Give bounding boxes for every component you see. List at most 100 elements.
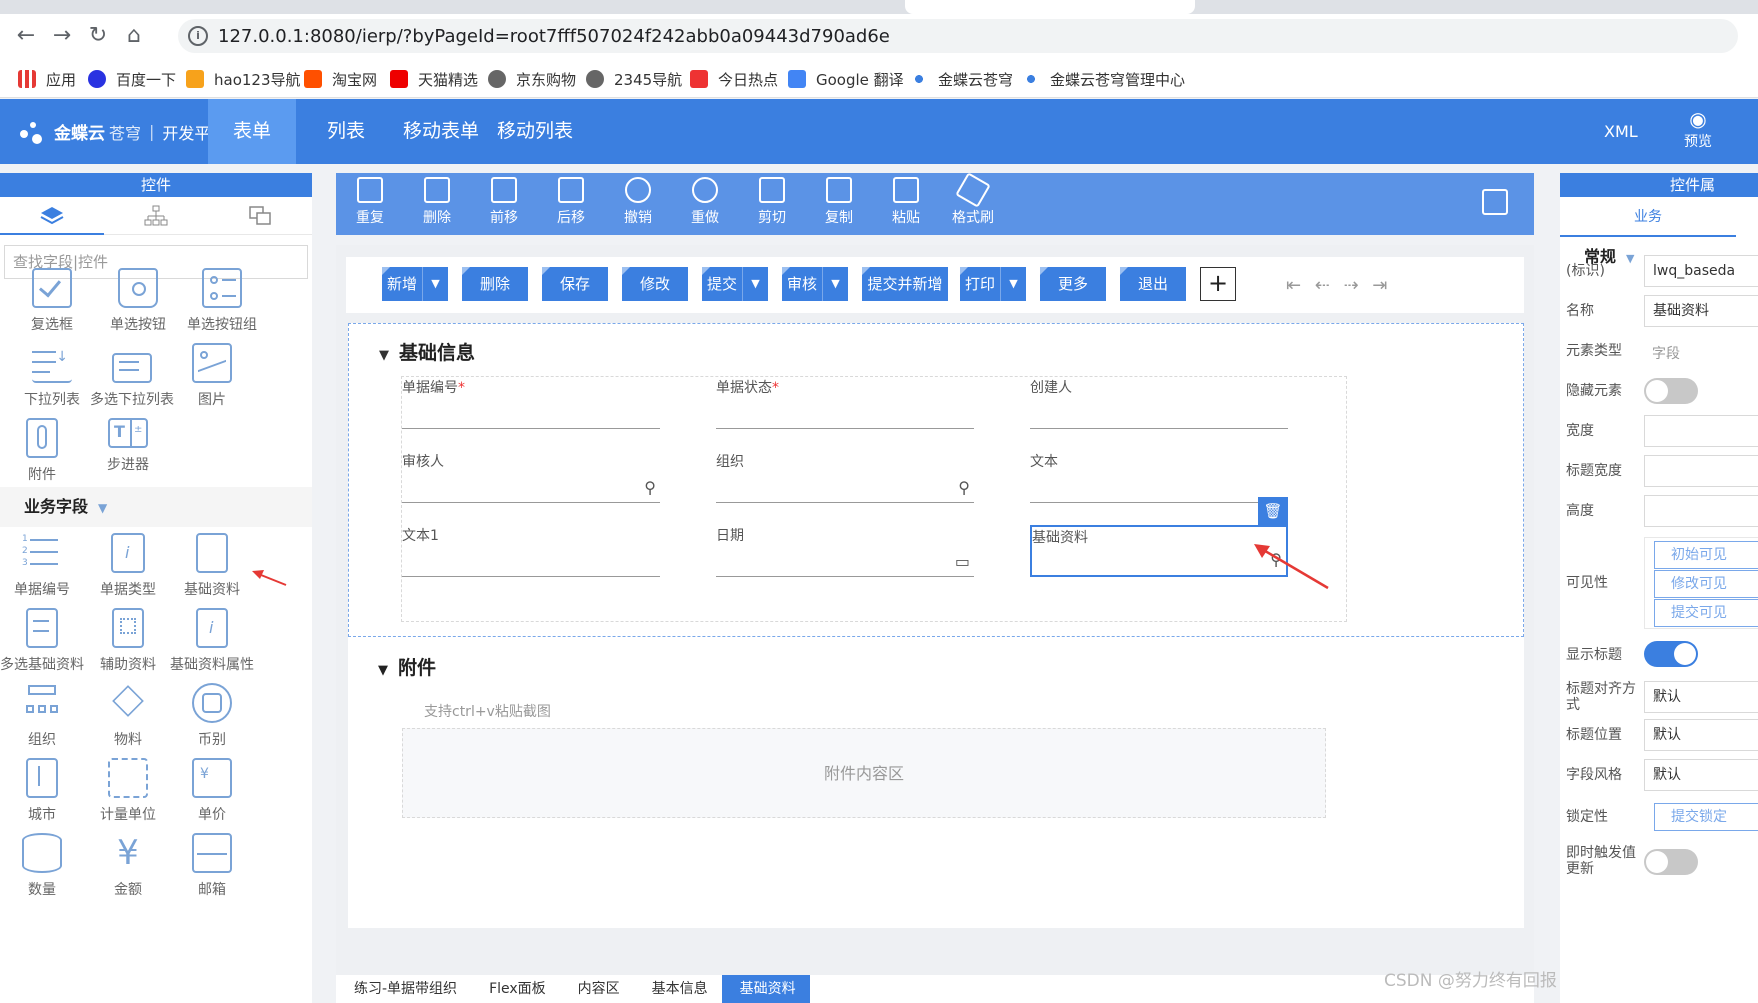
prop-height-input[interactable]	[1644, 495, 1758, 527]
browser-active-tab[interactable]	[905, 0, 1195, 14]
field-base-data-prop[interactable]: i 基础资料属性	[164, 608, 260, 674]
add-button-plus[interactable]: +	[1200, 267, 1236, 301]
home-icon[interactable]: ⌂	[120, 22, 148, 50]
btn-more[interactable]: 更多	[1040, 267, 1106, 301]
field-amount[interactable]: ¥ 金额	[80, 833, 176, 899]
toolbar-copy[interactable]: 复制	[809, 177, 869, 227]
hidden-toggle[interactable]	[1644, 378, 1698, 404]
bookmark-tmall[interactable]: 天猫精选	[390, 68, 478, 90]
prop-title-width-input[interactable]	[1644, 455, 1758, 487]
btn-add[interactable]: 新增 ▼	[382, 267, 448, 301]
field-bill-no[interactable]: 单据编号*	[402, 377, 660, 429]
control-checkbox[interactable]: 复选框	[4, 268, 100, 334]
biz-fields-section[interactable]: 业务字段 ▼	[0, 487, 312, 527]
field-org[interactable]: 组织	[0, 683, 90, 749]
url-text[interactable]: 127.0.0.1:8080/ierp/?byPageId=root7fff50…	[218, 26, 890, 47]
bookmark-toutiao[interactable]: 今日热点	[690, 68, 778, 90]
bookmark-kingdee[interactable]: 金蝶云苍穹	[910, 68, 1013, 90]
btn-print[interactable]: 打印 ▼	[960, 267, 1026, 301]
control-image[interactable]: 图片	[164, 343, 260, 409]
reload-icon[interactable]: ↻	[84, 22, 112, 50]
control-attachment[interactable]: 附件	[0, 418, 90, 484]
search-icon[interactable]: ⚲	[644, 478, 656, 497]
tab-list[interactable]: 列表	[306, 99, 386, 164]
info-icon[interactable]: i	[188, 26, 208, 46]
toolbar-redo[interactable]: 重做	[675, 177, 735, 227]
app-logo[interactable]: 金蝶云 苍穹 | 开发平台	[0, 99, 232, 164]
tab-mobile-form[interactable]: 移动表单	[396, 99, 486, 164]
vis-edit-button[interactable]: 修改可见	[1654, 570, 1758, 598]
bookmark-apps[interactable]: 应用	[18, 68, 76, 90]
tab-copy[interactable]	[208, 197, 312, 234]
title-align-select[interactable]: 默认	[1644, 681, 1758, 713]
bookmark-hao123[interactable]: hao123导航	[186, 68, 301, 90]
btn-modify[interactable]: 修改	[622, 267, 688, 301]
field-email[interactable]: 邮箱	[164, 833, 260, 899]
bookmark-taobao[interactable]: 淘宝网	[304, 68, 377, 90]
tab-form[interactable]: 表单	[208, 99, 296, 164]
field-city[interactable]: 城市	[0, 758, 90, 824]
lock-button[interactable]: 提交锁定	[1654, 803, 1758, 831]
crumb-base-data[interactable]: 基础资料	[721, 975, 810, 1003]
bookmark-2345[interactable]: 2345导航	[586, 68, 682, 90]
chevron-down-icon[interactable]: ▼	[422, 267, 448, 301]
bookmark-baidu[interactable]: 百度一下	[88, 68, 176, 90]
group-title[interactable]: ▼ 基础信息	[379, 338, 475, 365]
field-date[interactable]: 日期 ▭	[716, 525, 974, 577]
field-material[interactable]: 物料	[80, 683, 176, 749]
instant-update-toggle[interactable]	[1644, 849, 1698, 875]
tab-layers[interactable]	[0, 197, 104, 234]
field-style-select[interactable]: 默认	[1644, 759, 1758, 791]
field-bill-no[interactable]: 1 2 3 单据编号	[0, 533, 90, 599]
preview-button[interactable]: ◉ 预览	[1668, 107, 1728, 151]
toolbar-undo[interactable]: 撤销	[608, 177, 668, 227]
prop-name-input[interactable]: 基础资料	[1644, 295, 1758, 327]
field-text[interactable]: 文本	[1030, 451, 1288, 503]
fullscreen-icon[interactable]	[1482, 189, 1508, 215]
field-quantity[interactable]: 数量	[0, 833, 90, 899]
control-radio[interactable]: 单选按钮	[90, 268, 186, 334]
btn-save[interactable]: 保存	[542, 267, 608, 301]
field-auditor[interactable]: 审核人 ⚲	[402, 451, 660, 503]
crumb-basic-info[interactable]: 基本信息	[634, 975, 722, 1003]
field-aux-data[interactable]: 辅助资料	[80, 608, 176, 674]
calendar-icon[interactable]: ▭	[955, 552, 970, 571]
field-price[interactable]: ¥ 单价	[164, 758, 260, 824]
field-multi-base-data[interactable]: 多选基础资料	[0, 608, 90, 674]
xml-button[interactable]: XML	[1604, 99, 1638, 164]
search-icon[interactable]: ⚲	[958, 478, 970, 497]
toolbar-move-forward[interactable]: 前移	[474, 177, 534, 227]
control-stepper[interactable]: T ± 步进器	[80, 418, 176, 474]
back-icon[interactable]: ←	[12, 22, 40, 50]
toolbar-move-back[interactable]: 后移	[541, 177, 601, 227]
bookmark-kingdee-admin[interactable]: 金蝶云苍穹管理中心	[1022, 68, 1185, 90]
vis-submit-button[interactable]: 提交可见	[1654, 599, 1758, 627]
toolbar-repeat[interactable]: 重复	[340, 177, 400, 227]
record-pager[interactable]: ⇤ ⇠ ⇢ ⇥	[1286, 275, 1392, 296]
prop-width-input[interactable]	[1644, 415, 1758, 447]
field-bill-type[interactable]: i 单据类型	[80, 533, 176, 599]
field-text1[interactable]: 文本1	[402, 525, 660, 577]
control-radio-group[interactable]: 单选按钮组	[174, 268, 270, 334]
btn-delete[interactable]: 删除	[462, 267, 528, 301]
field-bill-status[interactable]: 单据状态*	[716, 377, 974, 429]
omnibox[interactable]: i 127.0.0.1:8080/ierp/?byPageId=root7fff…	[178, 19, 1738, 53]
field-unit[interactable]: 计量单位	[80, 758, 176, 824]
trash-icon[interactable]: 🗑	[1258, 497, 1288, 525]
btn-audit[interactable]: 审核 ▼	[782, 267, 848, 301]
field-org[interactable]: 组织 ⚲	[716, 451, 974, 503]
btn-exit[interactable]: 退出	[1120, 267, 1186, 301]
prop-id-input[interactable]: lwq_baseda	[1644, 255, 1758, 287]
field-base-data[interactable]: 基础资料	[164, 533, 260, 599]
field-currency[interactable]: 币别	[164, 683, 260, 749]
toolbar-paste[interactable]: 粘贴	[876, 177, 936, 227]
btn-submit[interactable]: 提交 ▼	[702, 267, 768, 301]
bookmark-google-translate[interactable]: Google 翻译	[788, 68, 904, 90]
crumb-content[interactable]: 内容区	[560, 975, 634, 1003]
toolbar-cut[interactable]: 剪切	[742, 177, 802, 227]
toolbar-delete[interactable]: 删除	[407, 177, 467, 227]
crumb-flex-panel[interactable]: Flex面板	[471, 975, 560, 1003]
attachment-group-title[interactable]: ▼ 附件	[378, 653, 436, 680]
forward-icon[interactable]: →	[48, 22, 76, 50]
basic-info-group[interactable]: ▼ 基础信息 单据编号* 单据状态* 创建人 审核人 ⚲ 组织 ⚲ 文本 文本1 日期…	[348, 323, 1524, 637]
